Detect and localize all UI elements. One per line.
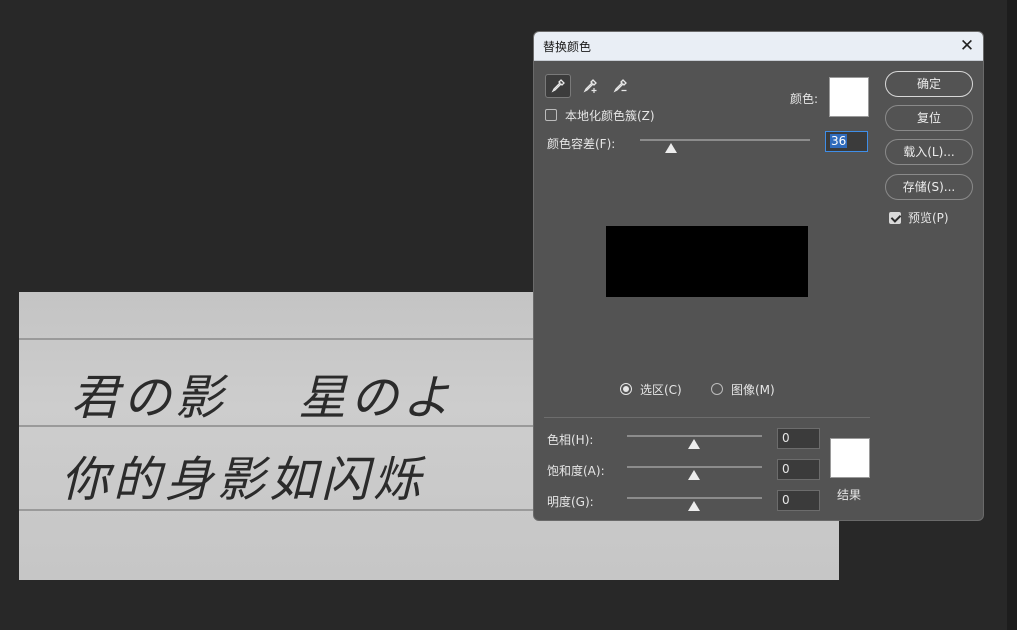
lightness-slider[interactable] bbox=[627, 497, 762, 499]
saturation-slider[interactable] bbox=[627, 466, 762, 468]
hue-input[interactable]: 0 bbox=[777, 428, 820, 449]
eyedropper-icon[interactable] bbox=[545, 74, 571, 98]
eyedropper-plus-icon[interactable] bbox=[577, 74, 603, 98]
title-bar: 替换颜色 ✕ bbox=[534, 32, 983, 61]
localized-clusters-checkbox[interactable] bbox=[545, 109, 557, 121]
hue-value: 0 bbox=[782, 431, 790, 445]
result-swatch[interactable] bbox=[830, 438, 870, 478]
image-radio-label: 图像(M) bbox=[731, 383, 775, 397]
reset-button[interactable]: 复位 bbox=[885, 105, 973, 131]
lightness-value: 0 bbox=[782, 493, 790, 507]
preview-label: 预览(P) bbox=[908, 211, 949, 225]
replace-color-dialog: 替换颜色 ✕ 本地化颜色簇(Z) 颜色: 颜色容差(F): 36 选区(C) 图… bbox=[533, 31, 984, 521]
fuzziness-label: 颜色容差(F): bbox=[547, 137, 616, 151]
saturation-input[interactable]: 0 bbox=[777, 459, 820, 480]
fuzziness-input[interactable]: 36 bbox=[825, 131, 868, 152]
lightness-label: 明度(G): bbox=[547, 495, 594, 509]
image-radio[interactable] bbox=[711, 383, 723, 395]
fuzziness-slider-thumb[interactable] bbox=[665, 143, 677, 153]
saturation-slider-thumb[interactable] bbox=[688, 470, 700, 480]
dialog-title: 替换颜色 bbox=[543, 40, 592, 54]
preview-checkbox[interactable] bbox=[889, 212, 901, 224]
selection-radio-label: 选区(C) bbox=[640, 383, 682, 397]
result-label: 结果 bbox=[837, 488, 862, 502]
fuzziness-value: 36 bbox=[830, 134, 848, 148]
divider bbox=[544, 417, 870, 418]
ok-button[interactable]: 确定 bbox=[885, 71, 973, 97]
lightness-slider-thumb[interactable] bbox=[688, 501, 700, 511]
localized-clusters-label: 本地化颜色簇(Z) bbox=[565, 109, 655, 123]
load-button[interactable]: 载入(L)... bbox=[885, 139, 973, 165]
hue-slider[interactable] bbox=[627, 435, 762, 437]
eyedropper-minus-icon[interactable] bbox=[607, 74, 633, 98]
selection-preview bbox=[606, 226, 808, 297]
panel-edge bbox=[1007, 0, 1017, 630]
hue-label: 色相(H): bbox=[547, 433, 594, 447]
lightness-input[interactable]: 0 bbox=[777, 490, 820, 511]
color-swatch[interactable] bbox=[829, 77, 869, 117]
save-button[interactable]: 存储(S)... bbox=[885, 174, 973, 200]
fuzziness-slider[interactable] bbox=[640, 139, 810, 141]
handwriting-line-1: 君の影 星のよ bbox=[71, 370, 455, 426]
hue-slider-thumb[interactable] bbox=[688, 439, 700, 449]
close-icon[interactable]: ✕ bbox=[959, 38, 975, 55]
selection-radio[interactable] bbox=[620, 383, 632, 395]
saturation-label: 饱和度(A): bbox=[547, 464, 605, 478]
color-label: 颜色: bbox=[790, 92, 819, 106]
handwriting-line-2: 你的身影如闪烁 bbox=[61, 452, 426, 508]
saturation-value: 0 bbox=[782, 462, 790, 476]
